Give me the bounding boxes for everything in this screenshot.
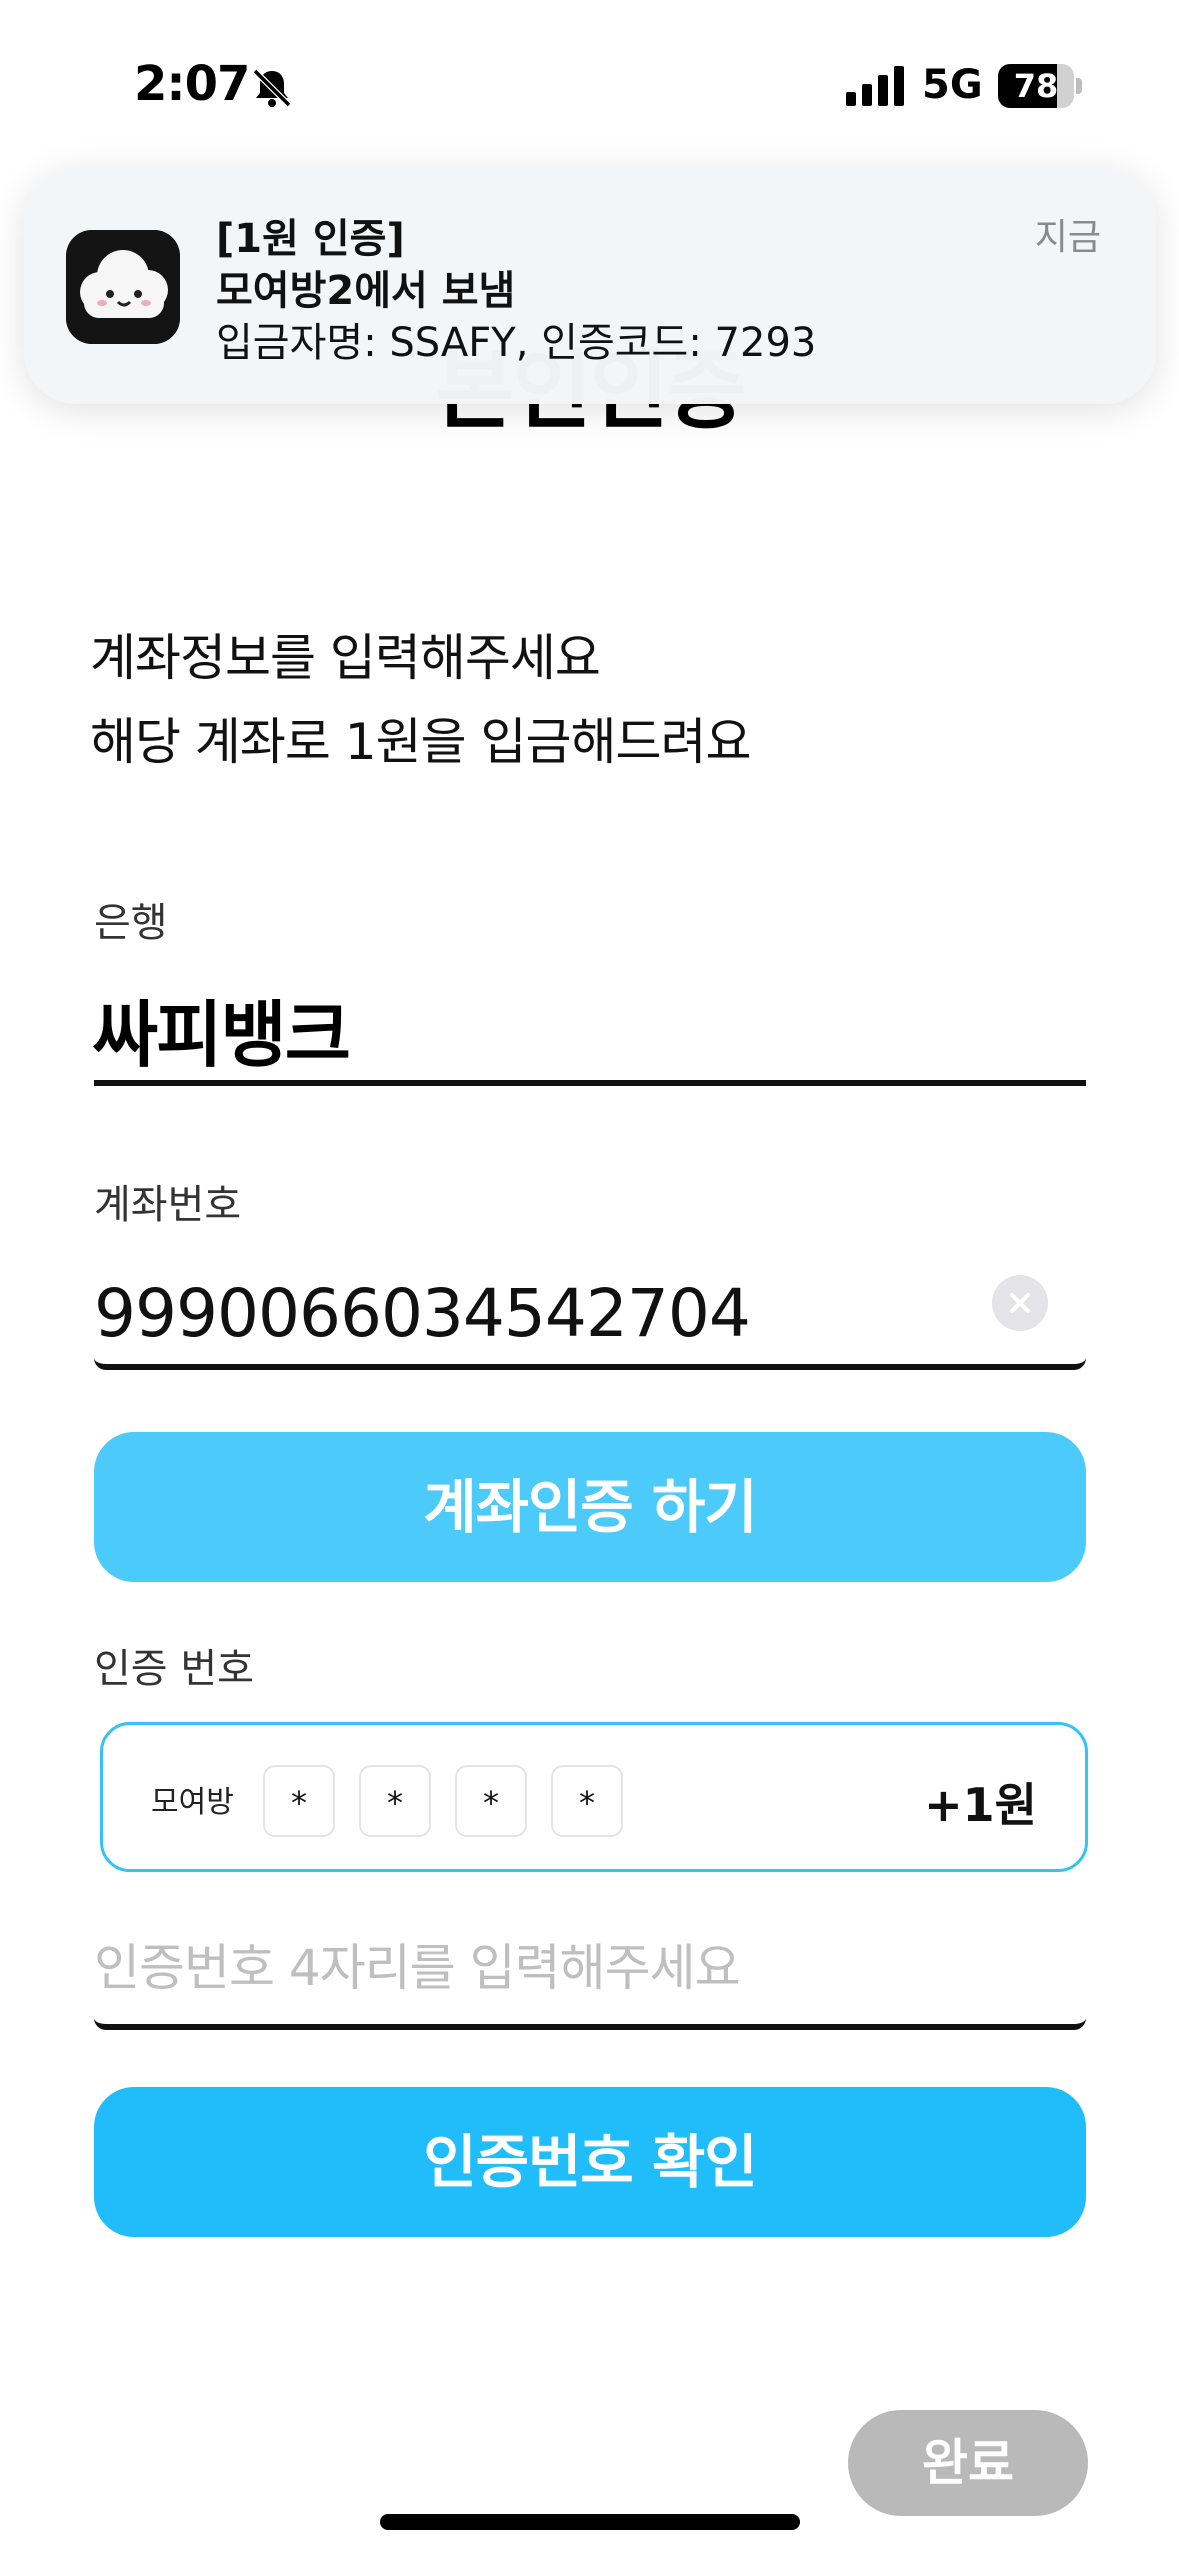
network-type: 5G xyxy=(922,62,983,108)
verification-code-field[interactable] xyxy=(94,1900,1086,2030)
battery-icon: 78 xyxy=(998,64,1082,108)
notification-time: 지금 xyxy=(1034,217,1101,258)
bank-label: 은행 xyxy=(94,900,168,946)
notification-title: [1원 인증] xyxy=(216,216,405,262)
confirm-code-button[interactable]: 인증번호 확인 xyxy=(94,2087,1086,2237)
instruction-line-2: 해당 계좌로 1원을 입금해드려요 xyxy=(90,713,751,771)
instruction-line-1: 계좌정보를 입력해주세요 xyxy=(90,629,601,687)
cloud-mascot-icon xyxy=(66,230,180,344)
code-digit-2: * xyxy=(359,1765,431,1837)
bank-select[interactable]: 싸피뱅크 xyxy=(92,976,351,1081)
verify-account-button[interactable]: 계좌인증 하기 xyxy=(94,1432,1086,1582)
account-number-field[interactable]: 9990066034542704 xyxy=(94,1245,1086,1370)
bank-underline xyxy=(94,1080,1086,1086)
verification-code-input[interactable] xyxy=(94,1928,1074,2008)
code-digit-4: * xyxy=(551,1765,623,1837)
bell-slash-icon xyxy=(252,68,292,108)
close-icon xyxy=(1010,1293,1030,1313)
deposit-prefix: 모여방 xyxy=(151,1785,234,1820)
cellular-signal-icon xyxy=(846,66,904,106)
done-button[interactable]: 완료 xyxy=(848,2410,1088,2516)
account-number-input[interactable]: 9990066034542704 xyxy=(94,1275,751,1352)
home-indicator[interactable] xyxy=(380,2514,800,2530)
battery-percent: 78 xyxy=(1013,67,1059,105)
notification-subtitle: 모여방2에서 보냄 xyxy=(216,268,516,314)
status-time: 2:07 xyxy=(134,56,250,112)
account-label: 계좌번호 xyxy=(94,1182,242,1228)
notification-body: 입금자명: SSAFY, 인증코드: 7293 xyxy=(216,320,817,366)
deposit-preview-box: 모여방 * * * * +1원 xyxy=(100,1722,1088,1872)
notification-banner[interactable]: [1원 인증] 모여방2에서 보냄 입금자명: SSAFY, 인증코드: 729… xyxy=(24,168,1156,404)
status-bar: 2:07 5G 78 xyxy=(0,0,1179,170)
clear-input-button[interactable] xyxy=(992,1275,1048,1331)
code-digit-1: * xyxy=(263,1765,335,1837)
verification-label: 인증 번호 xyxy=(94,1646,254,1692)
code-digit-3: * xyxy=(455,1765,527,1837)
deposit-amount: +1원 xyxy=(924,1778,1037,1832)
